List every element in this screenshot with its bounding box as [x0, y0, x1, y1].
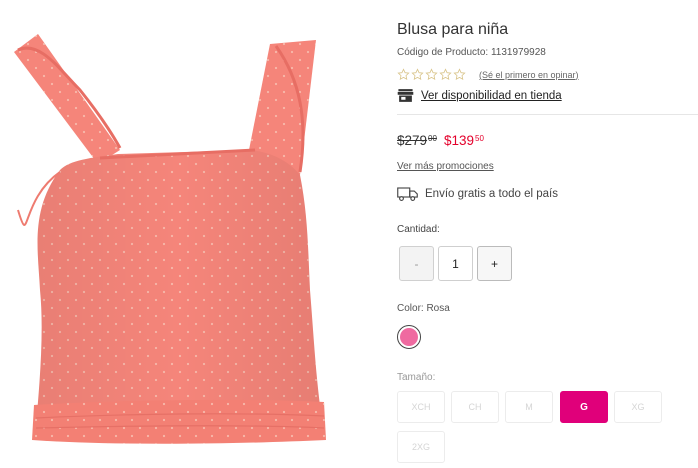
quantity-decrease-button[interactable]: -	[399, 246, 434, 281]
blouse-image	[14, 34, 326, 444]
shipping-info: Envío gratis a todo el país	[397, 186, 558, 202]
product-info-panel: Blusa para niña Código de Producto: 1131…	[397, 0, 698, 468]
store-availability[interactable]: Ver disponibilidad en tienda	[397, 88, 562, 103]
quantity-input[interactable]: 1	[438, 246, 473, 281]
product-image[interactable]	[0, 0, 360, 468]
color-label: Color: Rosa	[397, 303, 450, 314]
size-option-xch[interactable]: XCH	[397, 391, 445, 423]
star-icon	[425, 68, 438, 81]
rating-row: (Sé el primero en opinar)	[397, 68, 579, 81]
store-icon	[397, 89, 414, 102]
price-row: $279 00 $139 50	[397, 133, 484, 148]
product-sku: Código de Producto: 1131979928	[397, 47, 546, 58]
star-icon	[397, 68, 410, 81]
quantity-increase-button[interactable]: +	[477, 246, 512, 281]
rating-stars[interactable]	[397, 68, 466, 81]
divider	[397, 114, 698, 115]
star-icon	[439, 68, 452, 81]
store-availability-link[interactable]: Ver disponibilidad en tienda	[421, 90, 562, 102]
quantity-label: Cantidad:	[397, 224, 440, 235]
write-review-link[interactable]: (Sé el primero en opinar)	[479, 70, 579, 80]
color-swatch-rosa[interactable]	[397, 325, 421, 349]
size-option-g[interactable]: G	[560, 391, 608, 423]
old-price-cents: 00	[428, 134, 437, 143]
sale-price: $139	[443, 133, 474, 148]
star-icon	[411, 68, 424, 81]
more-promotions-link[interactable]: Ver más promociones	[397, 161, 494, 172]
size-label: Tamaño:	[397, 372, 436, 383]
old-price: $279	[397, 133, 428, 148]
size-option-xg[interactable]: XG	[614, 391, 662, 423]
size-option-ch[interactable]: CH	[451, 391, 499, 423]
color-swatch-fill	[400, 328, 418, 346]
size-option-2xg[interactable]: 2XG	[397, 431, 445, 463]
size-option-m[interactable]: M	[505, 391, 553, 423]
shipping-text: Envío gratis a todo el país	[425, 188, 558, 200]
product-title: Blusa para niña	[397, 21, 509, 38]
quantity-stepper: - 1 +	[399, 246, 512, 281]
star-icon	[453, 68, 466, 81]
sale-price-cents: 50	[475, 134, 484, 143]
truck-icon	[397, 187, 418, 201]
